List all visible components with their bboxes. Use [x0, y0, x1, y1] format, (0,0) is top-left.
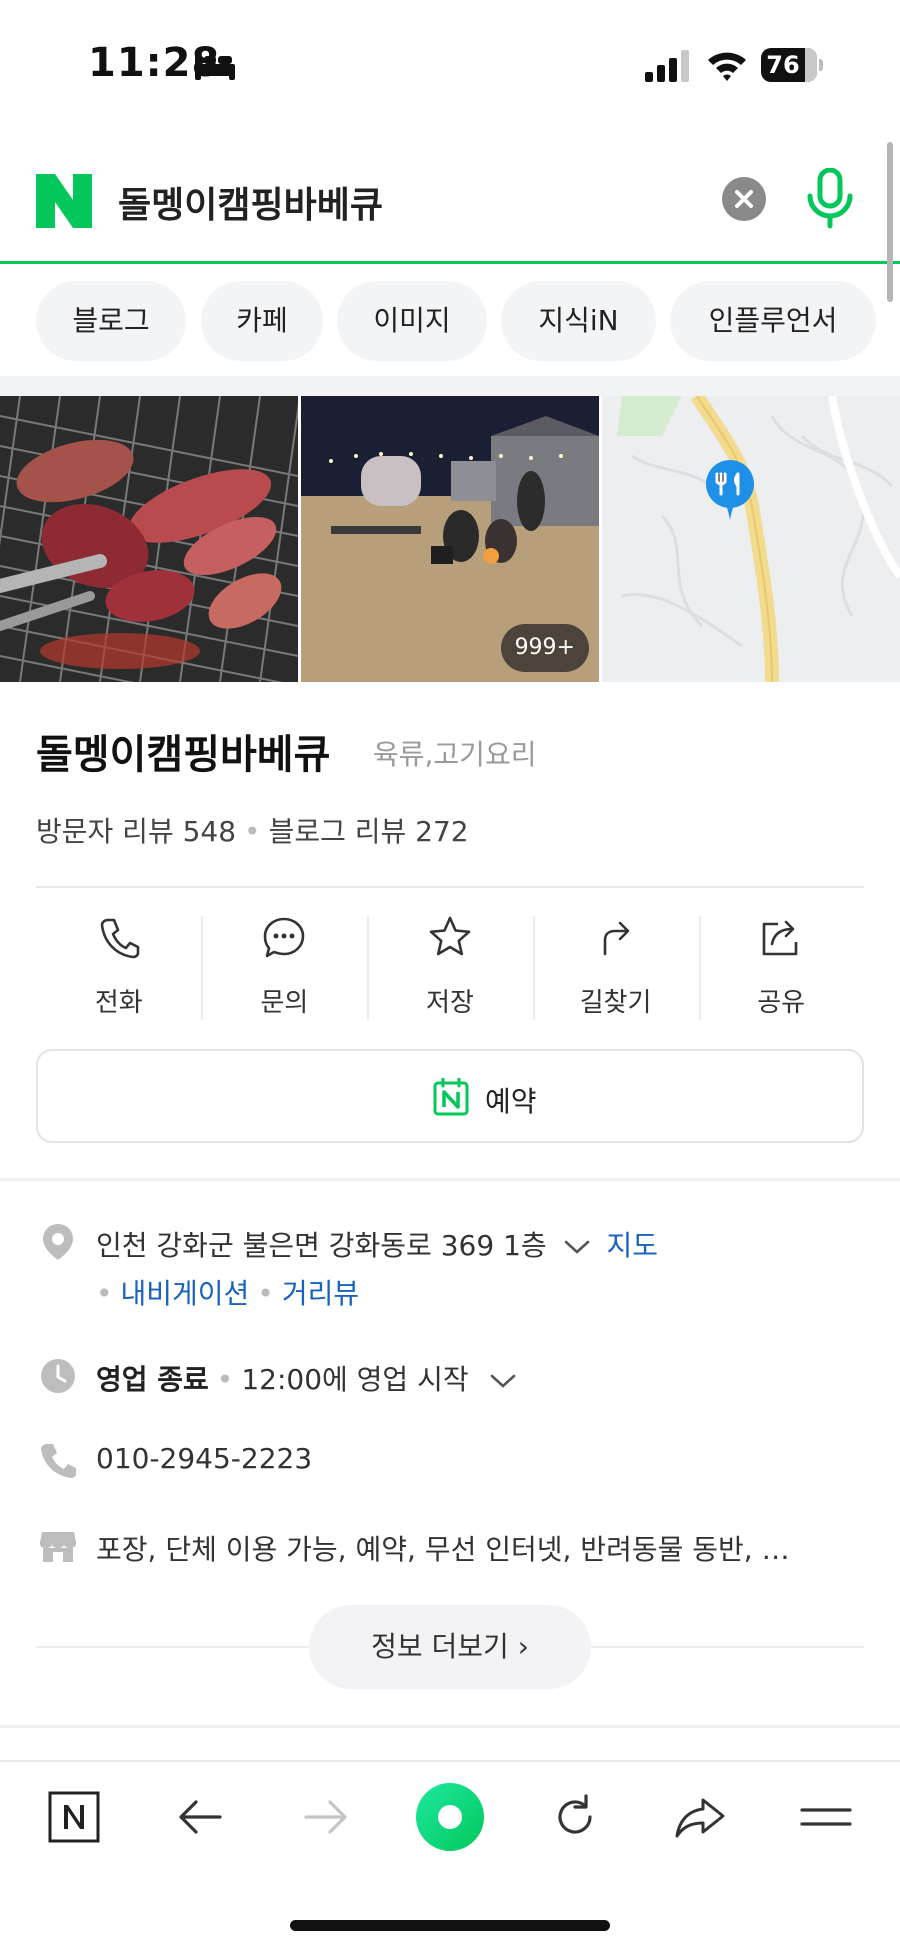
save-label: 저장	[426, 988, 474, 1018]
battery-level: 76	[766, 51, 800, 79]
tab-knowledge-in[interactable]: 지식iN	[501, 281, 656, 361]
map-thumbnail[interactable]	[602, 396, 900, 682]
share-label: 공유	[757, 988, 806, 1018]
location-pin-icon	[43, 1224, 73, 1260]
directions-button[interactable]: 길찾기	[533, 900, 699, 1030]
save-button[interactable]: 저장	[367, 900, 533, 1030]
green-dot-button[interactable]	[400, 1762, 500, 1872]
wifi-icon	[708, 52, 746, 81]
back-button[interactable]	[150, 1762, 250, 1872]
search-bar: 돌멩이캠핑바베큐	[0, 140, 900, 264]
reload-icon	[558, 1794, 592, 1834]
status-bar: 11:28 76	[0, 0, 900, 130]
sleep-focus-icon	[195, 52, 235, 80]
photo-count-badge: 999+	[500, 624, 589, 672]
share-icon	[762, 920, 798, 956]
naver-n-icon	[48, 1791, 100, 1843]
phone-icon	[100, 918, 140, 959]
separator-dot: •	[244, 815, 261, 848]
amenities-text[interactable]: 포장, 단체 이용 가능, 예약, 무선 인터넷, 반려동물 동반, …	[96, 1528, 790, 1568]
address-links-row: • 내비게이션 • 거리뷰	[96, 1272, 359, 1312]
home-indicator[interactable]	[290, 1920, 610, 1931]
hours-status: 영업 종료	[96, 1363, 209, 1396]
naver-logo-icon[interactable]	[36, 174, 92, 228]
inquiry-label: 문의	[260, 988, 309, 1018]
call-label: 전화	[94, 988, 143, 1018]
tab-blog[interactable]: 블로그	[36, 281, 186, 361]
share-arrow-icon	[675, 1798, 725, 1838]
address-row: 인천 강화군 불은면 강화동로 369 1층 지도	[96, 1224, 658, 1264]
arrow-left-icon	[179, 1800, 222, 1834]
reserve-label: 예약	[485, 1085, 537, 1118]
share-button[interactable]: 공유	[698, 900, 864, 1030]
address-text[interactable]: 인천 강화군 불은면 강화동로 369 1층	[96, 1229, 547, 1262]
reload-button[interactable]	[525, 1762, 625, 1872]
campsite-photo[interactable]: 999+	[301, 396, 599, 682]
share-page-button[interactable]	[650, 1762, 750, 1872]
review-summary: 방문자 리뷰 548 • 블로그 리뷰 272	[36, 810, 469, 850]
section-divider	[0, 376, 900, 396]
separator-dot: •	[257, 1277, 274, 1310]
street-view-link[interactable]: 거리뷰	[282, 1277, 359, 1310]
menu-button[interactable]	[776, 1762, 876, 1872]
browser-toolbar	[0, 1760, 900, 1870]
food-photo[interactable]	[0, 396, 298, 682]
photo-strip: 999+	[0, 396, 900, 682]
naver-home-button[interactable]	[24, 1762, 124, 1872]
close-icon	[735, 190, 753, 208]
forward-button[interactable]	[276, 1762, 376, 1872]
arrow-right-icon	[304, 1800, 347, 1834]
star-icon	[429, 916, 471, 956]
cellular-signal-icon	[645, 50, 689, 82]
inquiry-button[interactable]: 문의	[202, 900, 368, 1030]
store-icon	[40, 1532, 76, 1562]
green-dot-icon	[416, 1783, 484, 1851]
section-divider	[0, 1725, 900, 1728]
place-category: 육류,고기요리	[373, 738, 537, 771]
map-link[interactable]: 지도	[606, 1229, 658, 1262]
navigation-link[interactable]: 내비게이션	[121, 1277, 250, 1310]
section-divider	[0, 1178, 900, 1181]
chevron-down-icon[interactable]	[488, 1371, 518, 1391]
clock-icon	[41, 1359, 75, 1393]
hours-next: 12:00에 영업 시작	[241, 1363, 469, 1396]
clear-search-button[interactable]	[722, 177, 766, 221]
business-hours-row[interactable]: 영업 종료 • 12:00에 영업 시작	[96, 1358, 518, 1398]
separator-dot: •	[96, 1277, 113, 1310]
blog-review-count[interactable]: 블로그 리뷰 272	[269, 815, 469, 848]
separator-dot: •	[216, 1363, 234, 1396]
tab-cafe[interactable]: 카페	[201, 281, 323, 361]
voice-search-button[interactable]	[805, 167, 855, 230]
phone-number[interactable]: 010-2945-2223	[96, 1442, 312, 1475]
tab-images[interactable]: 이미지	[337, 281, 487, 361]
reserve-button[interactable]: 예약	[36, 1049, 864, 1143]
tab-influencer[interactable]: 인플루언서	[670, 281, 876, 361]
more-info-button[interactable]: 정보 더보기 ›	[309, 1605, 591, 1689]
directions-arrow-icon	[603, 921, 629, 956]
divider	[36, 886, 864, 888]
chat-bubble-icon	[264, 917, 305, 958]
chevron-down-icon[interactable]	[562, 1237, 592, 1257]
action-bar: 전화 문의 저장 길찾기 공유	[36, 900, 864, 1030]
naver-booking-icon	[433, 1078, 469, 1116]
hamburger-menu-icon	[800, 1808, 852, 1826]
directions-label: 길찾기	[579, 988, 652, 1018]
search-input[interactable]: 돌멩이캠핑바베큐	[118, 176, 383, 228]
battery-icon: 76	[761, 48, 823, 82]
place-name[interactable]: 돌멩이캠핑바베큐	[36, 722, 330, 780]
map-image	[602, 396, 900, 682]
search-category-tabs: 블로그 카페 이미지 지식iN 인플루언서	[0, 265, 900, 375]
visitor-review-count[interactable]: 방문자 리뷰 548	[36, 815, 236, 848]
call-button[interactable]: 전화	[36, 900, 202, 1030]
grilled-meat-image	[0, 396, 298, 682]
microphone-icon	[807, 167, 853, 229]
phone-icon	[41, 1444, 76, 1478]
